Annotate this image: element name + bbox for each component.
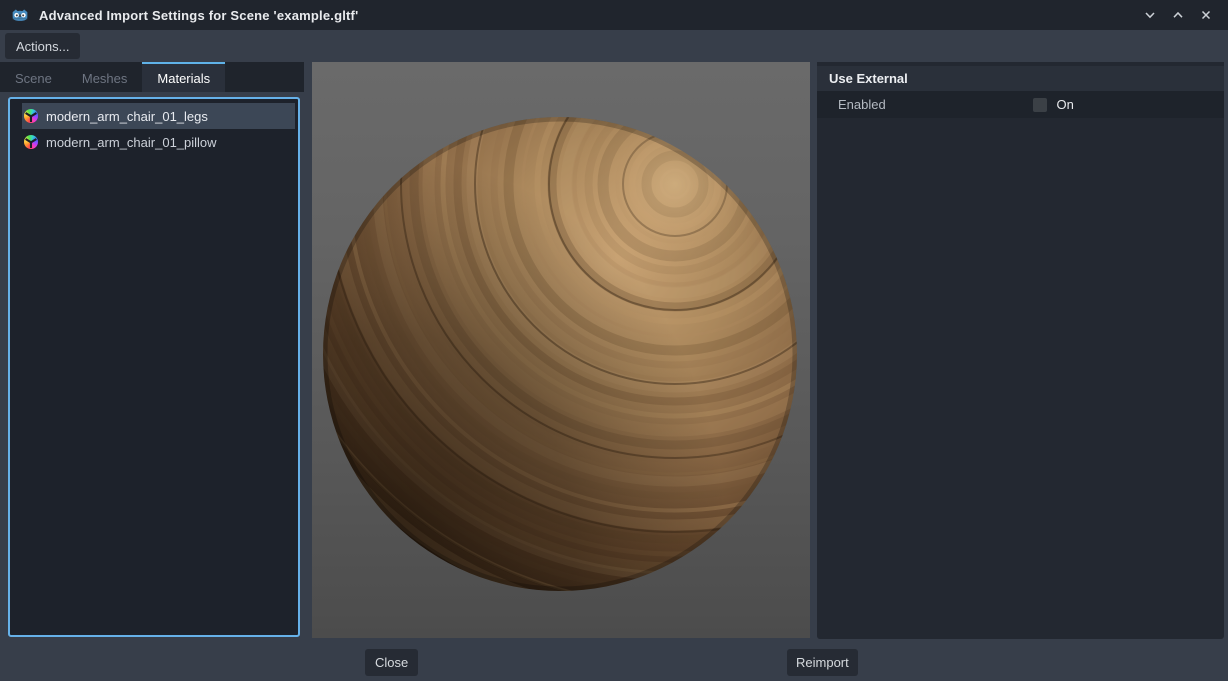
tab-scene[interactable]: Scene xyxy=(0,62,67,92)
checkbox-label: On xyxy=(1057,97,1074,112)
tab-materials[interactable]: Materials xyxy=(142,62,225,92)
import-settings-inspector: Use External Enabled On xyxy=(817,62,1224,639)
wood-sphere-preview xyxy=(312,62,810,638)
close-button[interactable]: Close xyxy=(365,649,418,676)
reimport-button[interactable]: Reimport xyxy=(787,649,858,676)
category-use-external[interactable]: Use External xyxy=(817,66,1224,91)
tab-bar: Scene Meshes Materials xyxy=(0,62,304,92)
material-item-label: modern_arm_chair_01_pillow xyxy=(46,135,217,150)
material-sphere-icon xyxy=(24,109,38,123)
window-close-button[interactable] xyxy=(1194,3,1218,27)
chevron-up-icon xyxy=(1171,8,1185,22)
material-item-label: modern_arm_chair_01_legs xyxy=(46,109,208,124)
checkbox-icon xyxy=(1033,98,1047,112)
material-item-pillow[interactable]: modern_arm_chair_01_pillow xyxy=(22,129,295,155)
chevron-down-icon xyxy=(1143,8,1157,22)
titlebar: Advanced Import Settings for Scene 'exam… xyxy=(0,0,1228,30)
material-preview-viewport[interactable] xyxy=(312,62,810,638)
window-maximize-button[interactable] xyxy=(1166,3,1190,27)
material-item-legs[interactable]: modern_arm_chair_01_legs xyxy=(22,103,295,129)
material-sphere-icon xyxy=(24,135,38,149)
close-icon xyxy=(1199,8,1213,22)
window-controls xyxy=(1138,3,1218,27)
tab-meshes[interactable]: Meshes xyxy=(67,62,143,92)
godot-logo-icon xyxy=(10,5,30,25)
window-shade-button[interactable] xyxy=(1138,3,1162,27)
window-title: Advanced Import Settings for Scene 'exam… xyxy=(39,8,358,23)
actions-menu-button[interactable]: Actions... xyxy=(5,33,80,59)
enabled-checkbox-control[interactable]: On xyxy=(1021,97,1074,112)
property-label: Enabled xyxy=(817,97,1021,112)
property-row-enabled: Enabled On xyxy=(817,91,1224,118)
materials-list: modern_arm_chair_01_legs modern_arm_chai… xyxy=(8,97,300,637)
